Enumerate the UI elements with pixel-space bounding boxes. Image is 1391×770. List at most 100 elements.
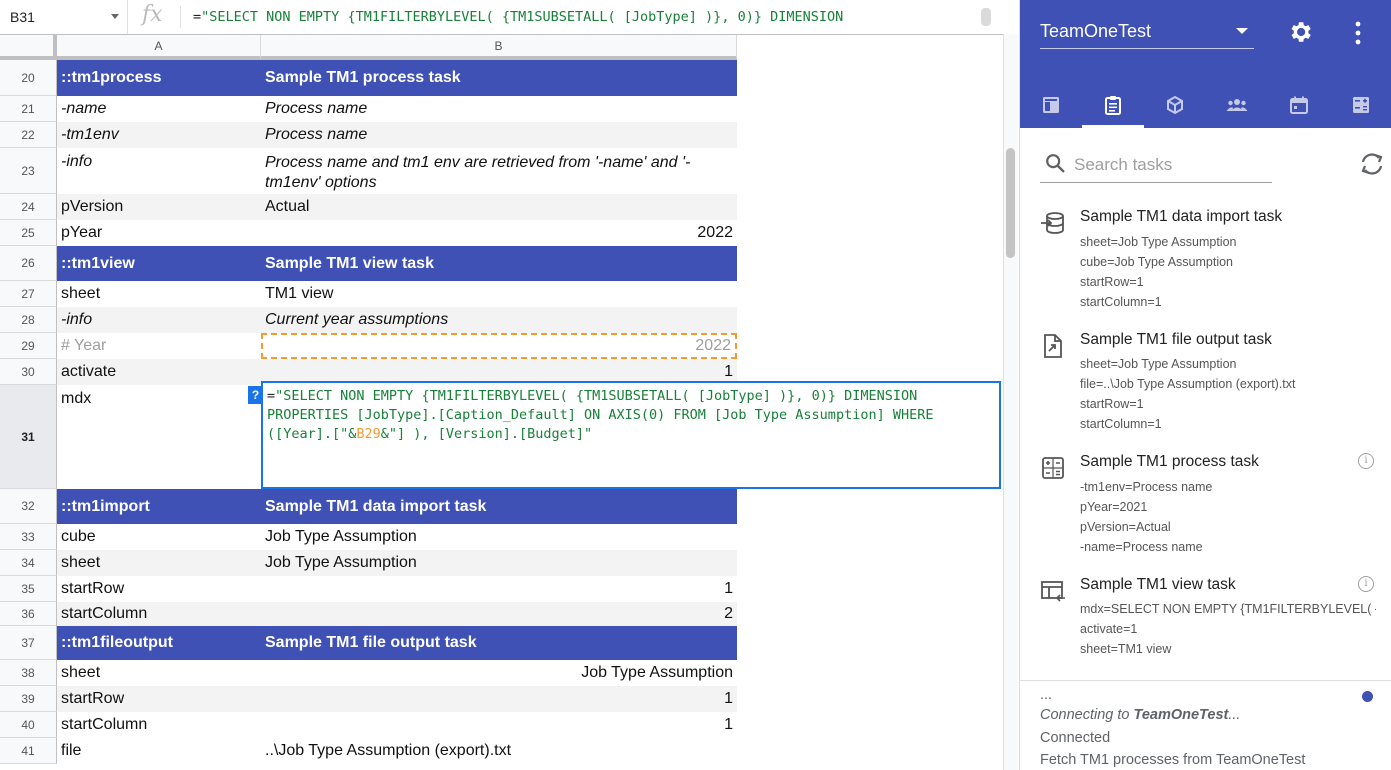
function-icon: fx bbox=[142, 2, 163, 27]
cell-a26[interactable]: ::tm1view bbox=[57, 246, 261, 281]
column-header-b[interactable]: B bbox=[261, 35, 737, 60]
cell-b21[interactable]: Process name bbox=[261, 96, 737, 122]
search-input[interactable]: Search tasks bbox=[1074, 155, 1172, 175]
refresh-icon[interactable] bbox=[1358, 151, 1386, 182]
cell-b37[interactable]: Sample TM1 file output task bbox=[261, 626, 737, 660]
tab-cubes[interactable] bbox=[1144, 82, 1206, 128]
row-header[interactable]: 21 bbox=[0, 96, 57, 122]
cell-a30[interactable]: activate bbox=[57, 359, 261, 385]
cell-b23[interactable]: Process name and tm1 env are retrieved f… bbox=[261, 148, 737, 194]
row-header[interactable]: 40 bbox=[0, 712, 57, 738]
search-box[interactable]: Search tasks bbox=[1040, 146, 1272, 183]
cell-b36[interactable]: 2 bbox=[261, 602, 737, 626]
cell-b33[interactable]: Job Type Assumption bbox=[261, 524, 737, 550]
cell-b35[interactable]: 1 bbox=[261, 576, 737, 602]
cell-a35[interactable]: startRow bbox=[57, 576, 261, 602]
cell-a23[interactable]: -info bbox=[57, 148, 261, 194]
row-header[interactable]: 38 bbox=[0, 660, 57, 686]
cell-a38[interactable]: sheet bbox=[57, 660, 261, 686]
column-header-a[interactable]: A bbox=[57, 35, 261, 60]
name-box[interactable]: B31 bbox=[0, 0, 128, 34]
cell-b38[interactable]: Job Type Assumption bbox=[261, 660, 737, 686]
task-item-file-output[interactable]: Sample TM1 file output task sheet=Job Ty… bbox=[1020, 323, 1391, 443]
row-header[interactable]: 28 bbox=[0, 307, 57, 333]
connection-select[interactable]: TeamOneTest bbox=[1040, 14, 1254, 49]
row-header[interactable]: 25 bbox=[0, 220, 57, 246]
cell-a29[interactable]: # Year bbox=[57, 333, 261, 359]
formula-scrollbar[interactable] bbox=[981, 8, 991, 26]
scrollbar-thumb[interactable] bbox=[1006, 148, 1015, 258]
cell-b22[interactable]: Process name bbox=[261, 122, 737, 148]
task-param: -tm1env=Process name bbox=[1080, 480, 1213, 494]
cell-a31[interactable]: mdx bbox=[57, 385, 261, 489]
info-icon[interactable]: i bbox=[1358, 576, 1374, 592]
cell-a36[interactable]: startColumn bbox=[57, 602, 261, 626]
row-header[interactable]: 39 bbox=[0, 686, 57, 712]
row-header[interactable]: 22 bbox=[0, 122, 57, 148]
cell-a41[interactable]: file bbox=[57, 738, 261, 764]
task-item-data-import[interactable]: Sample TM1 data import task sheet=Job Ty… bbox=[1020, 200, 1391, 320]
task-item-view[interactable]: Sample TM1 view task i mdx=SELECT NON EM… bbox=[1020, 568, 1391, 668]
select-all-corner[interactable] bbox=[0, 35, 57, 60]
row-header[interactable]: 30 bbox=[0, 359, 57, 385]
row-header[interactable]: 26 bbox=[0, 246, 57, 281]
cell-b26[interactable]: Sample TM1 view task bbox=[261, 246, 737, 281]
row-header[interactable]: 35 bbox=[0, 576, 57, 602]
task-item-process[interactable]: Sample TM1 process task i -tm1env=Proces… bbox=[1020, 445, 1391, 565]
row-header[interactable]: 41 bbox=[0, 738, 57, 764]
cell-b27[interactable]: TM1 view bbox=[261, 281, 737, 307]
cell-b41[interactable]: ..\Job Type Assumption (export).txt bbox=[261, 738, 737, 764]
tab-schedule[interactable] bbox=[1268, 82, 1330, 128]
cell-b24[interactable]: Actual bbox=[261, 194, 737, 220]
cell-a32[interactable]: ::tm1import bbox=[57, 489, 261, 524]
tab-tasks[interactable] bbox=[1082, 82, 1144, 128]
tab-calculator[interactable] bbox=[1330, 82, 1391, 128]
status-connecting-suffix: ... bbox=[1228, 707, 1241, 723]
row-header[interactable]: 31 bbox=[0, 385, 57, 489]
cell-a28[interactable]: -info bbox=[57, 307, 261, 333]
row-header[interactable]: 37 bbox=[0, 626, 57, 660]
group-icon bbox=[1226, 99, 1248, 111]
tab-sheets[interactable] bbox=[1020, 82, 1082, 128]
tab-users[interactable] bbox=[1206, 82, 1268, 128]
chevron-down-icon[interactable] bbox=[111, 14, 119, 19]
row-header[interactable]: 27 bbox=[0, 281, 57, 307]
cell-b39[interactable]: 1 bbox=[261, 686, 737, 712]
row-header[interactable]: 23 bbox=[0, 148, 57, 194]
cell-a37[interactable]: ::tm1fileoutput bbox=[57, 626, 261, 660]
info-icon[interactable]: i bbox=[1358, 453, 1374, 469]
formula-help-icon[interactable]: ? bbox=[248, 386, 263, 404]
cell-b25[interactable]: 2022 bbox=[261, 220, 737, 246]
row-header[interactable]: 36 bbox=[0, 602, 57, 626]
status-connecting-prefix: Connecting to bbox=[1040, 707, 1134, 723]
connection-name: TeamOneTest bbox=[1040, 21, 1152, 41]
vertical-scrollbar[interactable] bbox=[1003, 34, 1018, 770]
cell-b32[interactable]: Sample TM1 data import task bbox=[261, 489, 737, 524]
cell-a40[interactable]: startColumn bbox=[57, 712, 261, 738]
divider bbox=[180, 6, 181, 28]
cell-b28[interactable]: Current year assumptions bbox=[261, 307, 737, 333]
row-header[interactable]: 33 bbox=[0, 524, 57, 550]
row-header[interactable]: 32 bbox=[0, 489, 57, 524]
cell-b29[interactable]: 2022 bbox=[261, 333, 737, 359]
cell-a21[interactable]: -name bbox=[57, 96, 261, 122]
cell-a25[interactable]: pYear bbox=[57, 220, 261, 246]
cell-a24[interactable]: pVersion bbox=[57, 194, 261, 220]
settings-gear-icon[interactable] bbox=[1286, 18, 1314, 51]
cell-b34[interactable]: Job Type Assumption bbox=[261, 550, 737, 576]
cell-a20[interactable]: ::tm1process bbox=[57, 60, 261, 96]
cell-a33[interactable]: cube bbox=[57, 524, 261, 550]
cell-a22[interactable]: -tm1env bbox=[57, 122, 261, 148]
cell-b40[interactable]: 1 bbox=[261, 712, 737, 738]
row-header[interactable]: 24 bbox=[0, 194, 57, 220]
cell-a27[interactable]: sheet bbox=[57, 281, 261, 307]
formula-input[interactable]: ="SELECT NON EMPTY {TM1FILTERBYLEVEL( {T… bbox=[193, 9, 843, 25]
cell-editor[interactable]: ="SELECT NON EMPTY {TM1FILTERBYLEVEL( {T… bbox=[261, 381, 1001, 489]
row-header[interactable]: 20 bbox=[0, 60, 57, 96]
row-header[interactable]: 29 bbox=[0, 333, 57, 359]
cell-a39[interactable]: startRow bbox=[57, 686, 261, 712]
more-vert-icon[interactable] bbox=[1352, 20, 1364, 51]
cell-b20[interactable]: Sample TM1 process task bbox=[261, 60, 737, 96]
cell-a34[interactable]: sheet bbox=[57, 550, 261, 576]
row-header[interactable]: 34 bbox=[0, 550, 57, 576]
